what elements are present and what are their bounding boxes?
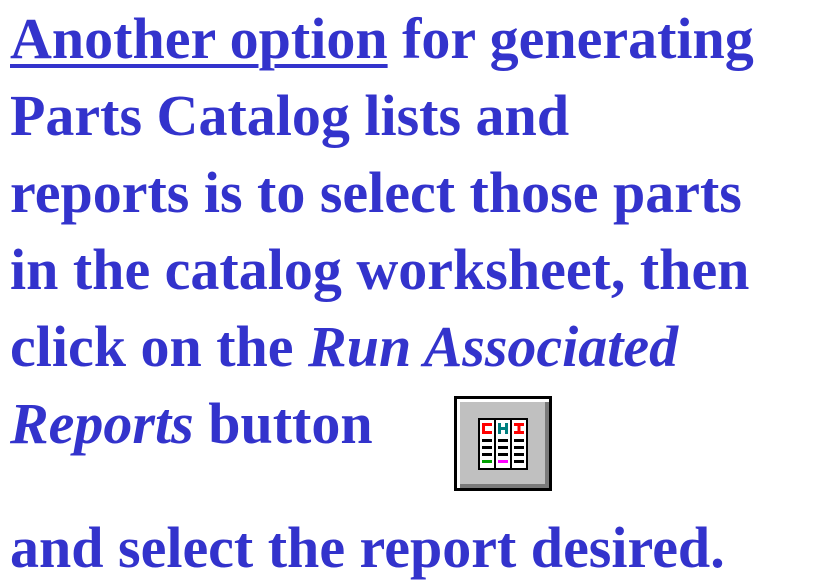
line-7: and select the report desired.	[10, 515, 725, 580]
line-4: in the catalog worksheet, then	[10, 237, 750, 302]
line-5: click on the Run Associated	[10, 308, 840, 385]
run-associated-reports-button[interactable]	[454, 396, 552, 491]
run-associated-text: Run Associated	[308, 314, 679, 379]
reports-text: Reports	[10, 391, 194, 456]
line-6-text: button	[193, 391, 373, 456]
instruction-paragraph: Another option for generating Parts Cata…	[10, 0, 840, 586]
another-option-link[interactable]: Another option	[10, 6, 388, 71]
line-1: Another option for generating	[10, 0, 840, 77]
line-1-text: for generating	[387, 6, 754, 71]
line-6: Reports button	[10, 385, 840, 505]
line-3: reports is to select those parts	[10, 160, 742, 225]
line-5-text: click on the	[10, 314, 309, 379]
report-columns-icon	[478, 418, 528, 470]
line-2: Parts Catalog lists and	[10, 83, 570, 148]
